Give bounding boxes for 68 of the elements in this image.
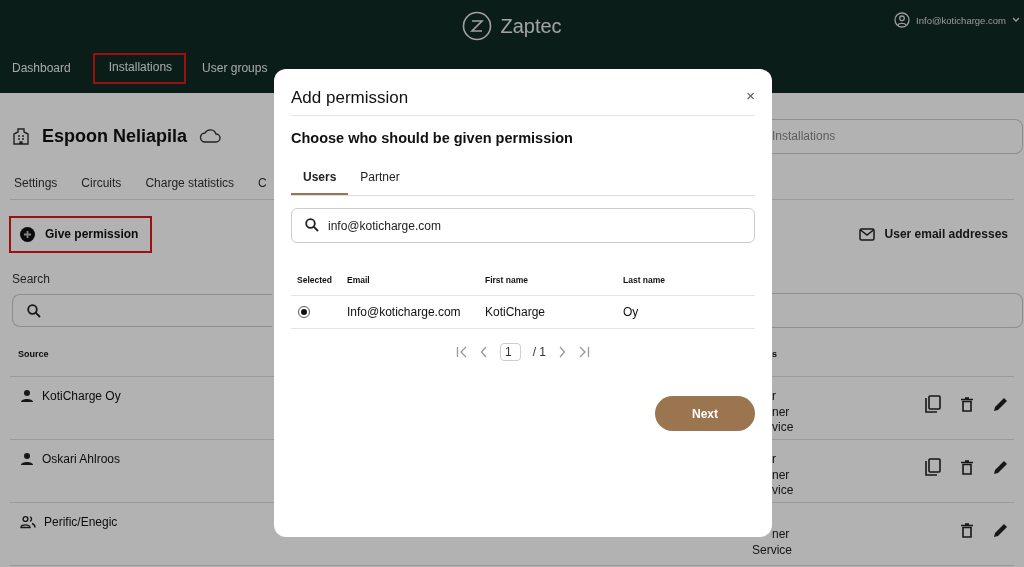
nav-tab[interactable]: User groups: [194, 50, 282, 87]
nav-tab[interactable]: Dashboard: [4, 50, 85, 87]
previous-page-icon[interactable]: [480, 346, 488, 358]
people-icon: [20, 515, 36, 529]
column-header: Email: [341, 269, 479, 296]
column-header: s: [772, 348, 777, 359]
role-text: ner: [772, 467, 791, 483]
cloud-icon: [199, 128, 222, 144]
role-text: vice: [772, 420, 794, 436]
role-text: vice: [772, 483, 794, 499]
caret-icon: [1012, 17, 1020, 23]
column-header: Source: [18, 348, 49, 359]
person-icon: [20, 452, 34, 466]
first-page-icon[interactable]: [456, 346, 468, 358]
edit-icon[interactable]: [993, 523, 1008, 538]
column-header: Last name: [617, 269, 755, 296]
plus-icon: [20, 226, 35, 242]
source-name: Perific/Enegic: [44, 515, 118, 529]
search-field[interactable]: [12, 294, 272, 327]
column-header: Selected: [291, 269, 341, 296]
user-search-field[interactable]: info@koticharge.com: [291, 208, 755, 243]
role-text: Service: [752, 542, 792, 558]
search-icon: [305, 218, 319, 232]
dialog-title: Add permission: [291, 88, 409, 108]
copy-icon[interactable]: [925, 395, 941, 413]
installation-tab[interactable]: Settings: [14, 176, 58, 190]
delete-icon[interactable]: [961, 396, 973, 412]
person-icon: [20, 389, 34, 403]
copy-icon[interactable]: [925, 458, 941, 476]
delete-icon[interactable]: [961, 523, 973, 538]
page-field[interactable]: 1: [500, 343, 521, 361]
role-text: r: [772, 389, 777, 405]
next-page-icon[interactable]: [558, 346, 566, 358]
dialog-tab[interactable]: Users: [291, 164, 349, 195]
table-cell: KotiCharge: [479, 295, 617, 329]
role-text: ner: [772, 404, 791, 420]
table-cell: Info@koticharge.com: [341, 295, 479, 329]
user-email-addresses-button[interactable]: User email addresses: [852, 226, 1014, 242]
account-menu[interactable]: Info@koticharge.com: [894, 12, 1020, 28]
source-name: KotiCharge Oy: [42, 389, 121, 403]
delete-icon[interactable]: [961, 459, 973, 475]
source-name: Oskari Ahlroos: [42, 452, 121, 466]
edit-icon[interactable]: [993, 459, 1008, 475]
role-text: r: [772, 452, 777, 468]
dialog-heading: Choose who should be given permission: [291, 130, 574, 146]
dialog-tab[interactable]: Partner: [348, 164, 412, 195]
installation-title: Espoon Neliapila: [42, 125, 188, 147]
last-page-icon[interactable]: [578, 346, 590, 358]
mail-icon: [858, 227, 875, 241]
user-icon: [894, 12, 911, 28]
page-total: / 1: [532, 345, 546, 359]
nav-tab[interactable]: Installations: [92, 53, 187, 84]
installation-tab[interactable]: Charge statistics: [145, 176, 235, 190]
building-icon: [12, 127, 30, 145]
role-text: ner: [772, 527, 791, 543]
table-cell: Oy: [617, 295, 755, 329]
installation-tab[interactable]: Circuits: [81, 176, 122, 190]
close-button[interactable]: ×: [746, 86, 755, 104]
edit-icon[interactable]: [993, 396, 1008, 412]
search-field[interactable]: [772, 293, 1023, 328]
search-icon: [27, 303, 41, 318]
search-label: Search: [12, 272, 51, 286]
installation-tab[interactable]: C: [258, 176, 267, 190]
logo-icon: [462, 11, 493, 41]
next-button[interactable]: Next: [655, 396, 755, 431]
brand-name: Zaptec: [500, 14, 562, 38]
give-permission-button[interactable]: Give permission: [9, 215, 153, 253]
column-header: First name: [479, 269, 617, 296]
